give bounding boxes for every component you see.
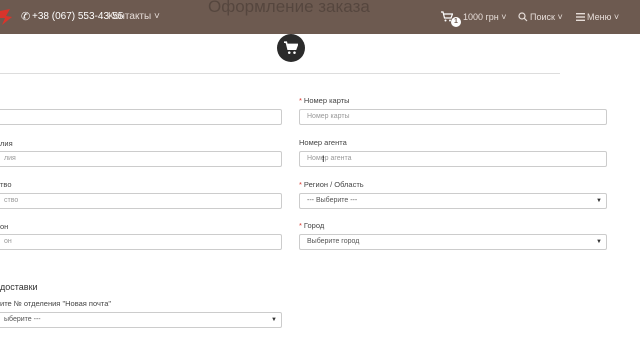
card-number-input[interactable]: Номер карты [299,109,607,125]
card-number-label: * Номер карты [299,96,350,105]
required-mark: * [299,96,302,105]
delivery-section-title: доставки [0,282,38,292]
chevron-down-icon: ▼ [271,317,277,323]
phone-input[interactable]: он [0,234,282,250]
city-select-value: Выберите город [307,238,360,245]
checkout-cart-badge [277,34,305,62]
contacts-menu[interactable]: Контакты ˅ [108,11,160,22]
cart-icon [284,41,298,54]
logo-icon[interactable] [0,9,12,25]
cart-total[interactable]: 1000 грн ˅ [463,12,507,22]
phone-label: он [0,222,9,231]
city-label: * Город [299,221,324,230]
region-select-value: --- Выберите --- [307,197,358,204]
city-select[interactable]: Выберите город ▼ [299,234,607,250]
main-menu[interactable]: Меню ˅ [587,12,619,22]
agent-number-input[interactable]: Номер агента [299,151,607,167]
city-label-text: Город [303,221,325,230]
card-number-label-text: Номер карты [303,96,350,105]
region-label: * Регион / Область [299,180,364,189]
surname-input[interactable]: лия [0,151,282,167]
search-icon[interactable] [518,12,528,22]
search-menu[interactable]: Поиск ˅ [530,12,563,22]
surname-label: лия [0,139,13,148]
required-mark: * [299,221,302,230]
required-mark: * [299,180,302,189]
chevron-down-icon: ▼ [596,198,602,204]
region-label-text: Регион / Область [303,180,364,189]
nova-poshta-select[interactable]: ыберите --- ▼ [0,312,282,328]
menu-icon[interactable] [576,13,585,21]
region-select[interactable]: --- Выберите --- ▼ [299,193,607,209]
text-cursor-icon: I [322,154,325,164]
nova-poshta-label: ите № отделения "Новая почта" [0,299,112,308]
nova-poshta-select-value: ыберите --- [4,316,41,323]
section-divider [0,73,560,74]
cart-count-badge: 1 [451,17,461,27]
patronymic-input[interactable]: ство [0,193,282,209]
page-title: Оформление заказа [208,0,370,16]
patronymic-label: тво [0,180,12,189]
chevron-down-icon: ▼ [596,239,602,245]
first-name-input[interactable] [0,109,282,125]
agent-number-label: Номер агента [299,138,347,147]
phone-icon: ✆ [21,11,31,23]
